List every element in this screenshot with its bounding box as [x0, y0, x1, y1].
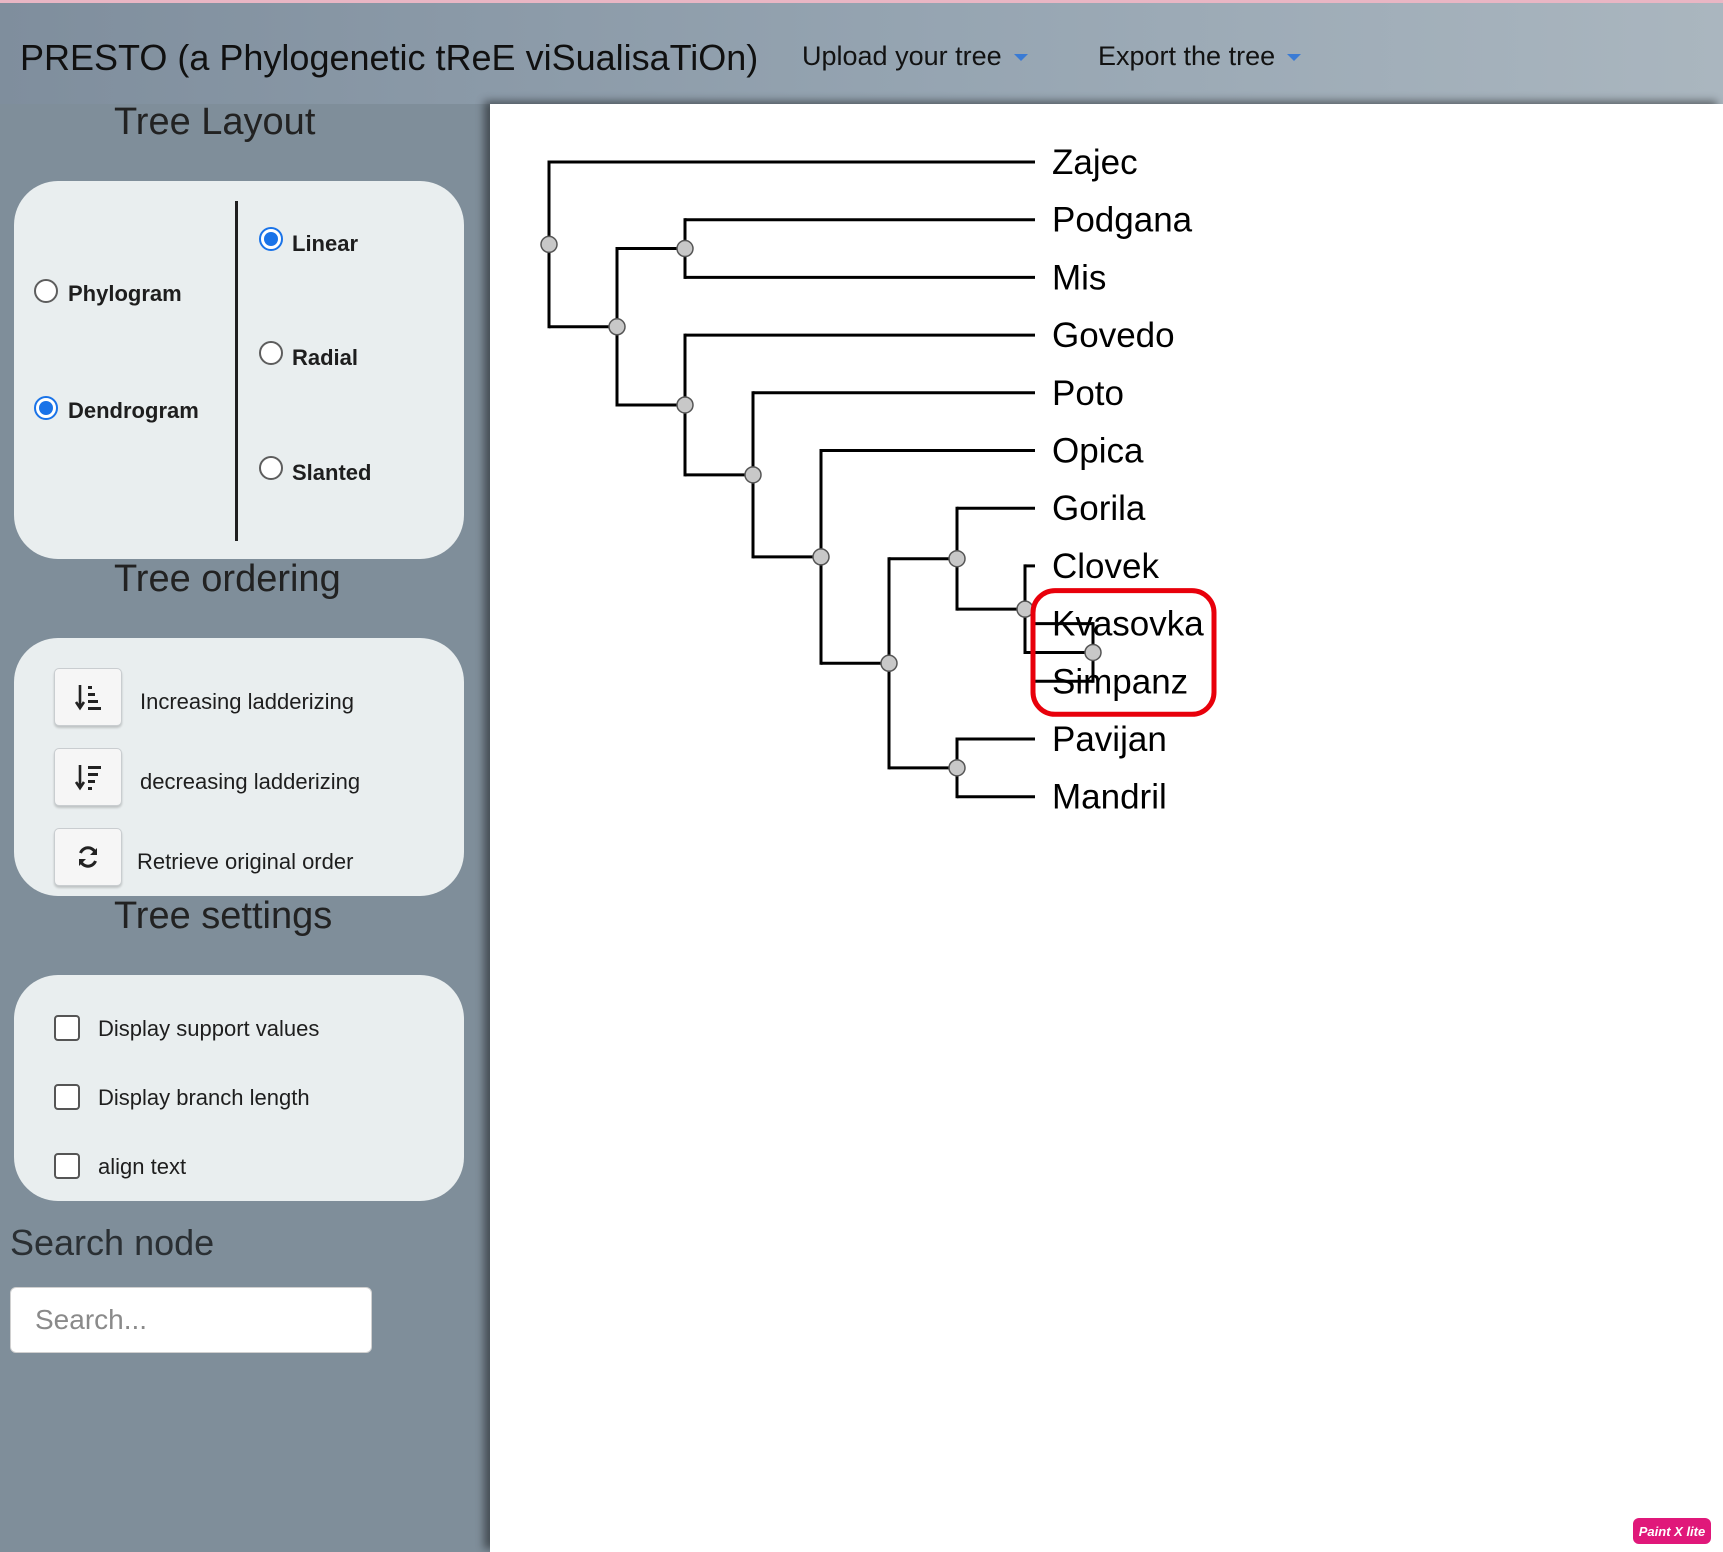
internal-node[interactable] [880, 654, 898, 673]
internal-node[interactable] [676, 396, 694, 414]
internal-node[interactable] [948, 549, 966, 568]
align-text-checkbox[interactable] [54, 1153, 80, 1179]
refresh-icon [79, 846, 97, 868]
tree-settings-title: Tree settings [114, 895, 333, 937]
tree-settings-panel: Display support values Display branch le… [14, 975, 464, 1201]
layout-divider [235, 201, 238, 541]
leaf-label[interactable]: Simpanz [1052, 662, 1188, 701]
dendrogram-label: Dendrogram [68, 398, 199, 423]
leaf-label[interactable]: Poto [1052, 374, 1124, 413]
retrieve-original-order-button[interactable] [54, 828, 122, 886]
search-node-input[interactable] [10, 1287, 372, 1353]
internal-node[interactable] [744, 466, 762, 484]
leaf-label[interactable]: Podgana [1052, 201, 1193, 240]
top-navbar: PRESTO (a Phylogenetic tReE viSualisaTiO… [0, 3, 1723, 104]
dendrogram-radio[interactable] [34, 396, 58, 420]
display-support-values-label: Display support values [98, 1016, 320, 1041]
leaf-label[interactable]: Kvasovka [1052, 605, 1204, 644]
increasing-ladderize-label: Increasing ladderizing [140, 689, 355, 714]
retrieve-original-order-label: Retrieve original order [137, 849, 354, 874]
align-text-label: align text [98, 1154, 187, 1179]
export-tree-menu[interactable]: Export the tree [1098, 41, 1302, 72]
paint-x-lite-watermark: Paint X lite [1633, 1518, 1711, 1544]
leaf-label[interactable]: Clovek [1052, 547, 1159, 586]
leaf-label[interactable]: Govedo [1052, 316, 1175, 355]
increasing-ladderize-button[interactable] [54, 668, 122, 726]
leaf-label[interactable]: Opica [1052, 432, 1144, 471]
sort-amount-down-icon [74, 685, 101, 711]
display-branch-length-label: Display branch length [98, 1085, 310, 1110]
decreasing-ladderize-button[interactable] [54, 748, 122, 806]
tree-canvas: Zajec Podgana Mis Govedo Poto Opica Gorila Clov… [490, 104, 1723, 1552]
linear-label: Linear [292, 231, 359, 256]
leaf-label[interactable]: Gorila [1052, 489, 1146, 528]
internal-node[interactable] [676, 239, 694, 258]
internal-node[interactable] [948, 759, 966, 777]
upload-tree-menu[interactable]: Upload your tree [802, 41, 1028, 72]
leaf-label[interactable]: Pavijan [1052, 720, 1167, 759]
display-support-values-checkbox[interactable] [54, 1015, 80, 1041]
display-branch-length-checkbox[interactable] [54, 1084, 80, 1110]
radial-label: Radial [292, 345, 359, 370]
leaf-label[interactable]: Mis [1052, 258, 1106, 297]
tree-layout-panel: Phylogram Dendrogram Linear Radial Slant… [14, 181, 464, 559]
phylogram-label: Phylogram [68, 281, 182, 306]
app-title: PRESTO (a Phylogenetic tReE viSualisaTiO… [20, 37, 759, 78]
search-node-title: Search node [10, 1222, 215, 1263]
radial-radio[interactable] [259, 341, 283, 365]
leaf-label[interactable]: Zajec [1052, 143, 1138, 182]
sort-amount-up-icon [74, 765, 101, 791]
internal-node[interactable] [812, 548, 830, 566]
phylogram-radio[interactable] [34, 279, 58, 303]
caret-down-icon [1287, 54, 1302, 62]
caret-down-icon [1013, 54, 1028, 62]
decreasing-ladderize-label: decreasing ladderizing [140, 769, 361, 794]
internal-node[interactable] [608, 318, 626, 336]
tree-layout-title: Tree Layout [114, 101, 316, 143]
leaf-label[interactable]: Mandril [1052, 778, 1167, 817]
internal-node[interactable] [1084, 643, 1102, 662]
phylogenetic-tree: Zajec Podgana Mis Govedo Poto Opica Gorila Clov… [540, 143, 1217, 817]
tree-ordering-title: Tree ordering [114, 558, 341, 600]
tree-ordering-panel: Increasing ladderizing decreasing ladder… [14, 638, 464, 896]
upload-tree-menu-label: Upload your tree [802, 41, 1002, 71]
slanted-label: Slanted [292, 460, 372, 485]
linear-radio[interactable] [259, 227, 283, 251]
internal-node[interactable] [540, 235, 558, 254]
export-tree-menu-label: Export the tree [1098, 41, 1276, 71]
slanted-radio[interactable] [259, 456, 283, 480]
